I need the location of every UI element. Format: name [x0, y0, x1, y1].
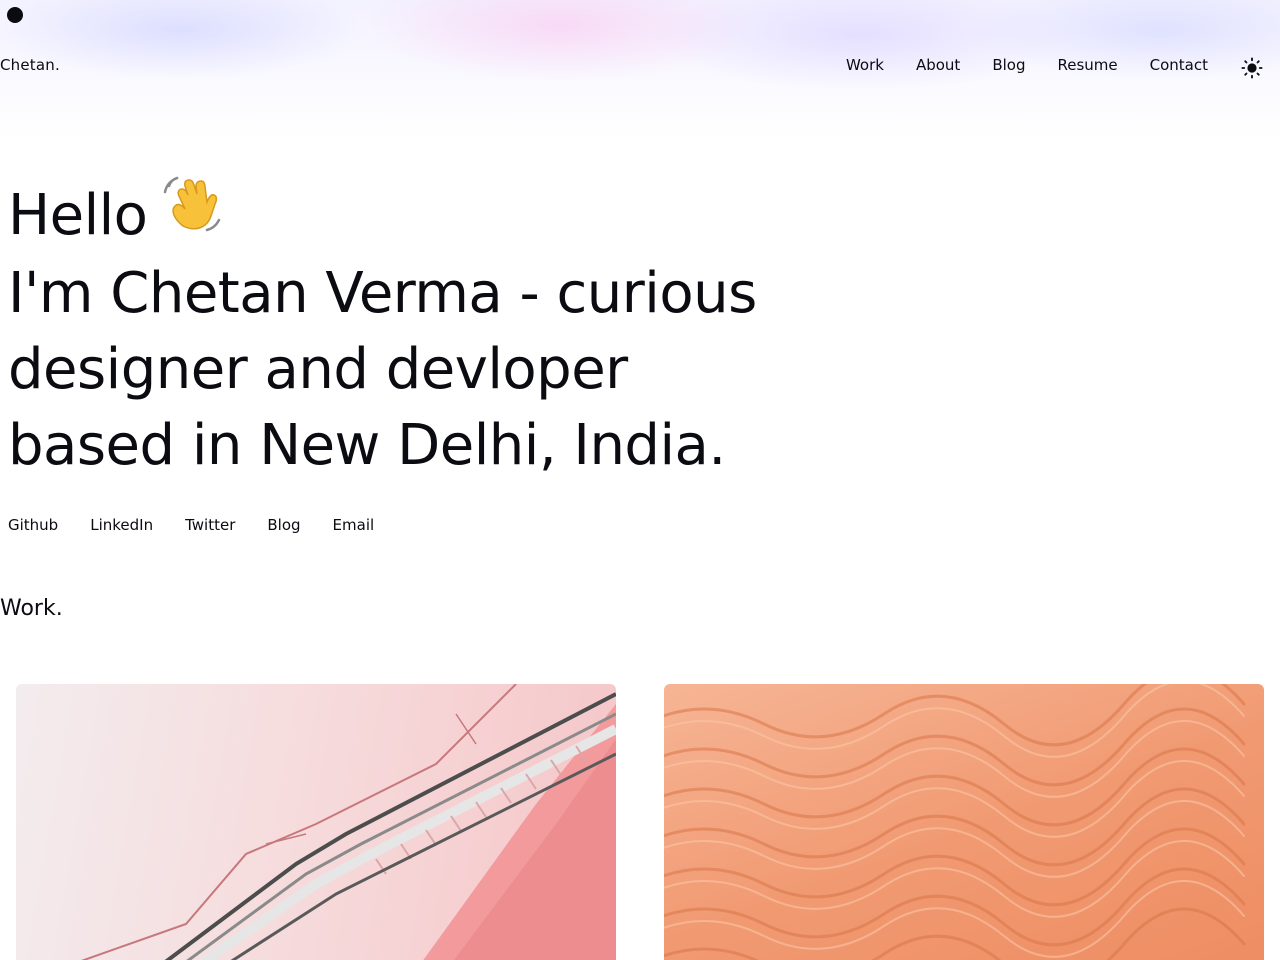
cursor-dot	[7, 7, 23, 23]
waving-hand-icon	[161, 172, 225, 256]
pink-staircase-image	[80, 684, 616, 960]
hero-hello: Hello	[8, 183, 148, 248]
social-github-link[interactable]: Github	[8, 516, 58, 534]
hero-heading: Hello I'm Chetan Verma - curious designe…	[8, 172, 768, 484]
hero-line-2: I'm Chetan Verma - curious	[8, 261, 757, 326]
work-section-title: Work.	[0, 596, 63, 621]
brand-logo[interactable]: Chetan.	[0, 56, 60, 74]
work-card-sand-dunes[interactable]	[664, 684, 1264, 960]
work-card-staircase[interactable]	[16, 684, 616, 960]
nav-contact[interactable]: Contact	[1150, 56, 1208, 74]
main-nav: Work About Blog Resume Contact	[846, 56, 1208, 74]
nav-work[interactable]: Work	[846, 56, 884, 74]
social-linkedin-link[interactable]: LinkedIn	[90, 516, 153, 534]
hero-line-3: designer and devloper	[8, 337, 628, 402]
theme-toggle-button[interactable]	[1240, 56, 1264, 80]
portfolio-page: Chetan. Work About Blog Resume Contact H…	[0, 0, 1280, 960]
social-twitter-link[interactable]: Twitter	[185, 516, 235, 534]
sun-icon	[1241, 57, 1263, 79]
social-email-link[interactable]: Email	[333, 516, 375, 534]
nav-resume[interactable]: Resume	[1058, 56, 1118, 74]
nav-about[interactable]: About	[916, 56, 960, 74]
nav-blog[interactable]: Blog	[992, 56, 1025, 74]
hero-line-4: based in New Delhi, India.	[8, 413, 726, 478]
hero-line-1: Hello	[8, 172, 768, 256]
orange-sand-dunes-image	[664, 684, 1246, 960]
social-links: Github LinkedIn Twitter Blog Email	[8, 516, 374, 534]
social-blog-link[interactable]: Blog	[267, 516, 300, 534]
